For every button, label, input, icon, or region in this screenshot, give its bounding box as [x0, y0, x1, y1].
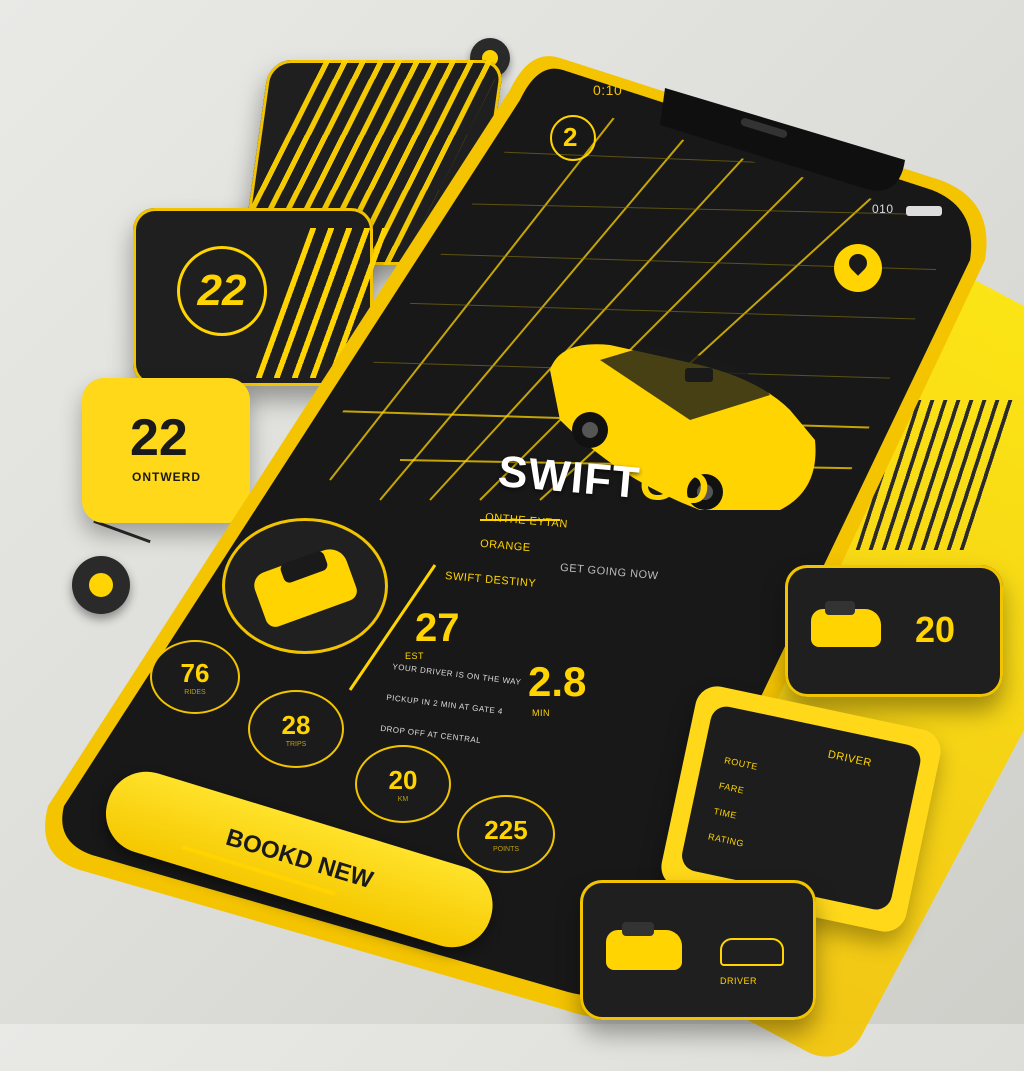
- status-icons: [906, 206, 942, 216]
- ride-detail-1: YOUR DRIVER IS ON THE WAY: [391, 662, 522, 687]
- stat-km-value: 20: [388, 765, 418, 795]
- ride-detail-3: DROP OFF AT CENTRAL: [379, 723, 482, 746]
- stat-trips-value: 28: [281, 710, 311, 740]
- card-1-value: 20: [915, 609, 956, 650]
- ride-fare-caption: EST: [405, 651, 425, 661]
- status-time: 0:10: [593, 82, 623, 98]
- stat-km[interactable]: 20 KM: [355, 745, 451, 823]
- car-outline-icon: [720, 938, 784, 966]
- stat-trips-caption: TRIPS: [285, 741, 307, 748]
- ride-fare: 27: [415, 606, 460, 650]
- ride-eta-caption: MIN: [532, 708, 550, 718]
- brand-go: GO: [637, 459, 713, 515]
- stat-points[interactable]: 225 POINTS: [457, 795, 555, 873]
- stat-rides[interactable]: 76 RIDES: [150, 640, 240, 714]
- stat-km-caption: KM: [397, 796, 409, 803]
- taxi-avatar[interactable]: [222, 518, 388, 654]
- ride-label: SWIFT DESTINY: [444, 570, 537, 590]
- ride-detail-2: PICKUP IN 2 MIN AT GATE 4: [385, 692, 504, 717]
- ride-eta: 2.8: [528, 658, 587, 705]
- map-badge[interactable]: 2: [563, 122, 577, 153]
- brand-swift: SWIFT: [496, 446, 642, 509]
- card-3-caption: DRIVER: [720, 976, 758, 986]
- taxi-icon-card-3: [606, 930, 682, 970]
- location-pin-icon[interactable]: [845, 250, 871, 282]
- brand-logo: SWIFTGO: [496, 447, 712, 515]
- taxi-card-right-1[interactable]: 20: [785, 565, 1003, 697]
- brand-sub-a: ORANGE: [479, 537, 532, 555]
- stat-rides-caption: RIDES: [184, 689, 206, 696]
- stat-points-caption: POINTS: [492, 846, 520, 853]
- status-right: 010: [872, 202, 894, 216]
- stat-trips[interactable]: 28 TRIPS: [248, 690, 344, 768]
- stat-rides-value: 76: [180, 658, 210, 688]
- stat-points-value: 225: [484, 815, 528, 845]
- brand-sub-b: GET GOING NOW: [559, 561, 659, 583]
- taxi-card-right-3[interactable]: DRIVER: [580, 880, 816, 1020]
- brand-tagline: ONTHE EYTAN: [484, 511, 569, 531]
